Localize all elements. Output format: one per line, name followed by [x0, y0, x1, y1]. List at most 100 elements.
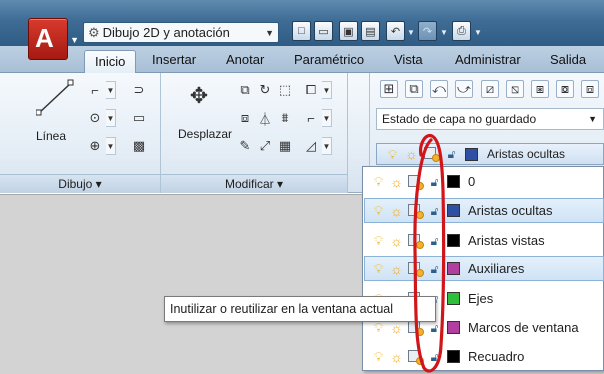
unlock-icon[interactable]: 🔓︎	[427, 174, 442, 190]
chevron-down-icon[interactable]: ▼	[106, 81, 116, 99]
layer-color-swatch[interactable]	[447, 262, 460, 275]
layer-row-0[interactable]: 💡︎ ☼ 🔓︎ 0	[365, 169, 603, 194]
erase-icon[interactable]: ✎	[236, 137, 254, 155]
layer-color-swatch	[465, 147, 478, 161]
hatch-icon[interactable]: ▩	[130, 137, 148, 155]
undo-dropdown-icon[interactable]: ▼	[407, 28, 415, 37]
open-icon[interactable]: ▭	[314, 21, 333, 41]
stretch-icon[interactable]: ⧈	[236, 109, 254, 127]
tab-insertar[interactable]: Insertar	[152, 52, 196, 67]
chevron-down-icon[interactable]: ▼	[322, 137, 332, 155]
sun-icon[interactable]: ☼	[389, 349, 404, 365]
tab-parametrico[interactable]: Paramétrico	[294, 52, 364, 67]
layer-row-recuadro[interactable]: 💡︎ ☼ 🔓︎ Recuadro	[365, 344, 603, 369]
chevron-down-icon[interactable]: ▼	[322, 81, 332, 99]
layer-isolate-icon[interactable]: ⤻	[455, 80, 473, 98]
circle-icon[interactable]: ⊙	[86, 109, 104, 127]
layer-color-swatch[interactable]	[447, 321, 460, 334]
layer-off-icon[interactable]: ⧅	[506, 80, 524, 98]
array-icon[interactable]: ⩩	[276, 109, 294, 127]
sun-icon[interactable]: ☼	[389, 203, 404, 219]
lightbulb-icon[interactable]: 💡︎	[371, 233, 386, 249]
tab-inicio[interactable]: Inicio	[84, 50, 137, 74]
layer-state-icon[interactable]: ⧉	[405, 80, 423, 98]
layer-previous-icon[interactable]: ⤺	[430, 80, 448, 98]
layer-row-aristas-ocultas[interactable]: 💡︎ ☼ 🔓︎ Aristas ocultas	[364, 198, 604, 223]
sun-icon[interactable]: ☼	[389, 261, 404, 277]
explode-icon[interactable]: ◿	[302, 137, 320, 155]
layer-color-swatch[interactable]	[447, 204, 460, 217]
sun-icon[interactable]: ☼	[389, 233, 404, 249]
layer-color-swatch[interactable]	[447, 292, 460, 305]
tab-administrar[interactable]: Administrar	[455, 52, 521, 67]
unlock-icon[interactable]: 🔓︎	[427, 203, 442, 219]
redo-dropdown-icon[interactable]: ▼	[440, 28, 448, 37]
lightbulb-icon[interactable]: 💡︎	[371, 203, 386, 219]
lightbulb-icon[interactable]: 💡︎	[371, 349, 386, 365]
copy-icon[interactable]: ⧉	[236, 81, 254, 99]
line-label[interactable]: Línea	[36, 129, 66, 143]
quick-access-dropdown-icon[interactable]: ▼	[474, 28, 482, 37]
layer-walk-icon[interactable]: ⧈	[581, 80, 599, 98]
layer-dropdown-list: 💡︎ ☼ 🔓︎ 0 💡︎ ☼ 🔓︎ Aristas ocultas 💡︎ ☼ 🔓…	[362, 166, 604, 371]
workspace-selector[interactable]: ⚙ Dibujo 2D y anotación ▼	[83, 22, 279, 43]
sun-icon[interactable]: ☼	[389, 174, 404, 190]
current-layer-dropdown[interactable]: 💡︎ ☼ 🔓︎ Aristas ocultas	[376, 143, 604, 165]
unlock-icon[interactable]: 🔓︎	[427, 349, 442, 365]
layer-lock-icon[interactable]: ⧇	[556, 80, 574, 98]
lightbulb-icon[interactable]: 💡︎	[371, 174, 386, 190]
tab-anotar[interactable]: Anotar	[226, 52, 264, 67]
layer-name: Marcos de ventana	[468, 320, 579, 335]
layer-match-icon[interactable]: ⧄	[481, 80, 499, 98]
move-label[interactable]: Desplazar	[178, 127, 232, 141]
offset-icon[interactable]: ⧠	[302, 81, 320, 99]
grid-array-icon[interactable]: ▦	[276, 137, 294, 155]
chevron-down-icon[interactable]: ▼	[322, 109, 332, 127]
layer-state-dropdown[interactable]: Estado de capa no guardado ▼	[376, 108, 604, 130]
polyline-icon[interactable]: ⌐	[86, 81, 104, 99]
plot-icon[interactable]: ⎙	[452, 21, 471, 41]
panel-title-dibujo[interactable]: Dibujo ▾	[0, 174, 160, 193]
panel-title-modificar[interactable]: Modificar ▾	[161, 174, 347, 193]
layer-name: 0	[468, 174, 476, 189]
line-icon[interactable]	[36, 79, 76, 117]
unlock-icon[interactable]: 🔓︎	[427, 233, 442, 249]
fillet-icon[interactable]: ⌐	[302, 109, 320, 127]
undo-icon[interactable]: ↶	[386, 21, 405, 41]
freeze-viewport-icon[interactable]	[407, 174, 424, 190]
freeze-viewport-icon[interactable]	[407, 349, 424, 365]
layer-properties-icon[interactable]: ⊞	[380, 80, 398, 98]
application-menu-button[interactable]: A ▼	[28, 18, 79, 60]
mirror-icon[interactable]: ⏃	[256, 109, 274, 127]
save-icon[interactable]: ▣	[339, 21, 358, 41]
ellipse-icon[interactable]: ⊕	[86, 137, 104, 155]
new-icon[interactable]: □	[292, 21, 311, 41]
layer-state-label: Estado de capa no guardado	[382, 112, 537, 126]
layer-color-swatch[interactable]	[447, 175, 460, 188]
freeze-viewport-icon[interactable]	[407, 203, 424, 219]
layer-row-aristas-vistas[interactable]: 💡︎ ☼ 🔓︎ Aristas vistas	[365, 228, 603, 253]
lightbulb-icon[interactable]: 💡︎	[371, 261, 386, 277]
layer-freeze-icon[interactable]: ⧆	[531, 80, 549, 98]
move-icon[interactable]: ✥	[186, 83, 212, 109]
chevron-down-icon[interactable]: ▼	[106, 137, 116, 155]
tab-salida[interactable]: Salida	[550, 52, 586, 67]
layer-color-swatch[interactable]	[447, 234, 460, 247]
rectangle-icon[interactable]: ▭	[130, 109, 148, 127]
layer-color-swatch[interactable]	[447, 350, 460, 363]
unlock-icon[interactable]: 🔓︎	[427, 261, 442, 277]
current-layer-name: Aristas ocultas	[487, 147, 566, 161]
tab-vista[interactable]: Vista	[394, 52, 423, 67]
rotate-icon[interactable]: ↻	[256, 81, 274, 99]
scale-icon[interactable]: ⤢	[256, 137, 274, 155]
tooltip: Inutilizar o reutilizar en la ventana ac…	[164, 296, 436, 322]
trim-icon[interactable]: ⬚	[276, 81, 294, 99]
arc-icon[interactable]: ⊃	[130, 81, 148, 99]
layer-name: Aristas ocultas	[468, 203, 553, 218]
freeze-viewport-icon[interactable]	[407, 233, 424, 249]
chevron-down-icon[interactable]: ▼	[106, 109, 116, 127]
layer-row-auxiliares[interactable]: 💡︎ ☼ 🔓︎ Auxiliares	[364, 256, 604, 281]
saveas-icon[interactable]: ▤	[361, 21, 380, 41]
redo-icon[interactable]: ↷	[418, 21, 437, 41]
freeze-viewport-icon[interactable]	[407, 261, 424, 277]
